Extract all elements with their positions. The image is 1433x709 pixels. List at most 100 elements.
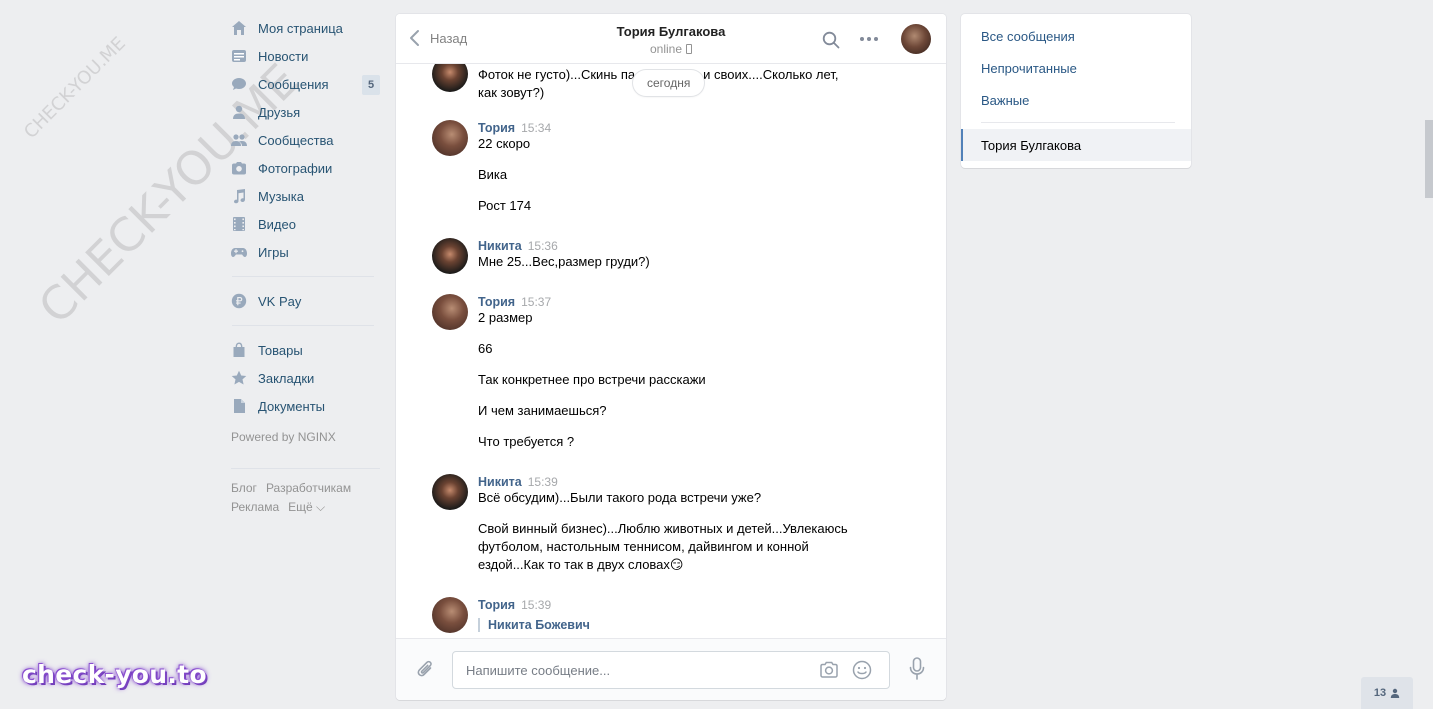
music-icon bbox=[230, 187, 248, 205]
search-icon[interactable] bbox=[822, 31, 840, 49]
powered-by-text: Powered by NGINX bbox=[231, 430, 336, 444]
more-dots-icon[interactable] bbox=[859, 36, 879, 42]
nav-item-news[interactable]: Новости bbox=[228, 42, 383, 70]
home-icon bbox=[230, 19, 248, 37]
avatar[interactable] bbox=[432, 238, 468, 274]
watermark-logo: check-you.to bbox=[22, 660, 207, 689]
message-time: 15:39 bbox=[521, 598, 552, 612]
nav-item-my-page[interactable]: Моя страница bbox=[228, 14, 383, 42]
message-text: ездой...Как то так в двух словах😏 bbox=[478, 557, 684, 572]
online-friends-counter[interactable]: 13 bbox=[1361, 677, 1413, 709]
document-icon bbox=[230, 397, 248, 415]
footer-link-developers[interactable]: Разработчикам bbox=[266, 481, 351, 495]
nav-item-label: Закладки bbox=[258, 370, 315, 386]
footer-links: Блог Разработчикам Реклама Ещё ⌵ bbox=[231, 479, 383, 517]
online-status-text: online bbox=[649, 42, 683, 56]
message-text: Вика bbox=[478, 167, 508, 182]
avatar[interactable] bbox=[432, 64, 468, 92]
message-item: Тория 15:37 2 размер 66 Так конкретнее пр… bbox=[432, 294, 892, 451]
star-icon bbox=[230, 369, 248, 387]
footer-link-ads[interactable]: Реклама bbox=[231, 500, 279, 514]
message-time: 15:34 bbox=[521, 121, 552, 135]
nav-divider bbox=[231, 468, 380, 469]
message-text: И чем занимаешься? bbox=[478, 403, 607, 418]
avatar[interactable] bbox=[432, 474, 468, 510]
message-text: Рост 174 bbox=[478, 198, 532, 213]
user-icon bbox=[1390, 688, 1400, 698]
games-icon bbox=[230, 243, 248, 261]
avatar[interactable] bbox=[432, 597, 468, 633]
message-author[interactable]: Тория bbox=[478, 598, 515, 612]
message-text: Свой винный бизнес)...Люблю животных и д… bbox=[478, 521, 848, 536]
nav-item-label: Фотографии bbox=[258, 160, 333, 176]
message-input[interactable]: Напишите сообщение... bbox=[452, 651, 890, 689]
nav-item-messages[interactable]: Сообщения 5 bbox=[228, 70, 383, 98]
message-text: Так конкретнее про встречи расскажи bbox=[478, 372, 706, 387]
message-text: футболом, настольным теннисом, дайвингом… bbox=[478, 539, 809, 554]
messages-filter-panel: Все сообщения Непрочитанные Важные Тория… bbox=[961, 14, 1191, 168]
nav-item-label: Игры bbox=[258, 244, 289, 260]
nav-item-label: Моя страница bbox=[258, 20, 343, 36]
message-text: 66 bbox=[478, 341, 493, 356]
nav-item-photos[interactable]: Фотографии bbox=[228, 154, 383, 182]
peer-avatar[interactable] bbox=[901, 24, 931, 54]
page-scrollbar-thumb[interactable] bbox=[1425, 120, 1433, 198]
filter-all-messages[interactable]: Все сообщения bbox=[961, 20, 1191, 52]
footer-link-more[interactable]: Ещё ⌵ bbox=[288, 500, 325, 514]
nav-item-label: Видео bbox=[258, 216, 296, 232]
messages-counter-badge: 5 bbox=[362, 75, 380, 95]
vkpay-icon bbox=[230, 292, 248, 310]
avatar[interactable] bbox=[432, 294, 468, 330]
message-history[interactable]: Фоток не густо)...Скинь па и своих....Ско… bbox=[396, 64, 946, 638]
message-text: 22 скоро bbox=[478, 136, 531, 151]
avatar[interactable] bbox=[432, 120, 468, 156]
emoji-smile-icon[interactable] bbox=[852, 660, 872, 680]
nav-item-games[interactable]: Игры bbox=[228, 238, 383, 266]
message-author[interactable]: Никита bbox=[478, 239, 522, 253]
camera-icon[interactable] bbox=[819, 661, 839, 679]
message-item: Никита 15:36 Мне 25...Вес,размер груди?) bbox=[432, 238, 892, 274]
communities-icon bbox=[230, 131, 248, 149]
active-conversation-item[interactable]: Тория Булгакова bbox=[961, 129, 1191, 161]
online-count-value: 13 bbox=[1373, 687, 1387, 699]
nav-item-goods[interactable]: Товары bbox=[228, 336, 383, 364]
nav-item-friends[interactable]: Друзья bbox=[228, 98, 383, 126]
nav-item-label: Сообщества bbox=[258, 132, 334, 148]
message-time: 15:39 bbox=[527, 475, 558, 489]
message-input-placeholder: Напишите сообщение... bbox=[466, 663, 611, 678]
message-text: 2 размер bbox=[478, 310, 533, 325]
news-icon bbox=[230, 47, 248, 65]
video-icon bbox=[230, 215, 248, 233]
microphone-icon[interactable] bbox=[909, 657, 925, 681]
nav-item-communities[interactable]: Сообщества bbox=[228, 126, 383, 154]
message-text: Всё обсудим)...Были такого рода встречи … bbox=[478, 490, 762, 505]
nav-item-documents[interactable]: Документы bbox=[228, 392, 383, 420]
message-author[interactable]: Никита bbox=[478, 475, 522, 489]
nav-item-label: Новости bbox=[258, 48, 309, 64]
nav-item-label: Сообщения bbox=[258, 76, 329, 92]
mobile-phone-icon bbox=[686, 44, 693, 54]
message-author[interactable]: Тория bbox=[478, 295, 515, 309]
footer-link-blog[interactable]: Блог bbox=[231, 481, 257, 495]
message-composer: Напишите сообщение... bbox=[396, 638, 946, 700]
nav-item-vkpay[interactable]: VK Pay bbox=[228, 287, 383, 315]
message-text: Мне 25...Вес,размер груди?) bbox=[478, 254, 650, 269]
nav-item-label: Друзья bbox=[258, 104, 301, 120]
peer-status: online bbox=[396, 42, 946, 56]
filter-unread[interactable]: Непрочитанные bbox=[961, 52, 1191, 84]
nav-item-label: Товары bbox=[258, 342, 303, 358]
paperclip-icon[interactable] bbox=[416, 659, 436, 681]
message-item: Никита 15:39 Всё обсудим)...Были такого р… bbox=[432, 474, 892, 574]
message-author[interactable]: Тория bbox=[478, 121, 515, 135]
camera-icon bbox=[230, 159, 248, 177]
nav-item-bookmarks[interactable]: Закладки bbox=[228, 364, 383, 392]
watermark-small: CHECK-YOU.ME bbox=[20, 33, 130, 143]
nav-item-label: Документы bbox=[258, 398, 326, 414]
filter-important[interactable]: Важные bbox=[961, 84, 1191, 116]
nav-item-video[interactable]: Видео bbox=[228, 210, 383, 238]
friends-icon bbox=[230, 103, 248, 121]
message-item: Тория 15:34 22 скоро Вика Рост 174 bbox=[432, 120, 892, 215]
nav-item-music[interactable]: Музыка bbox=[228, 182, 383, 210]
reply-quote-author[interactable]: Никита Божевич bbox=[478, 618, 892, 632]
message-time: 15:37 bbox=[521, 295, 552, 309]
